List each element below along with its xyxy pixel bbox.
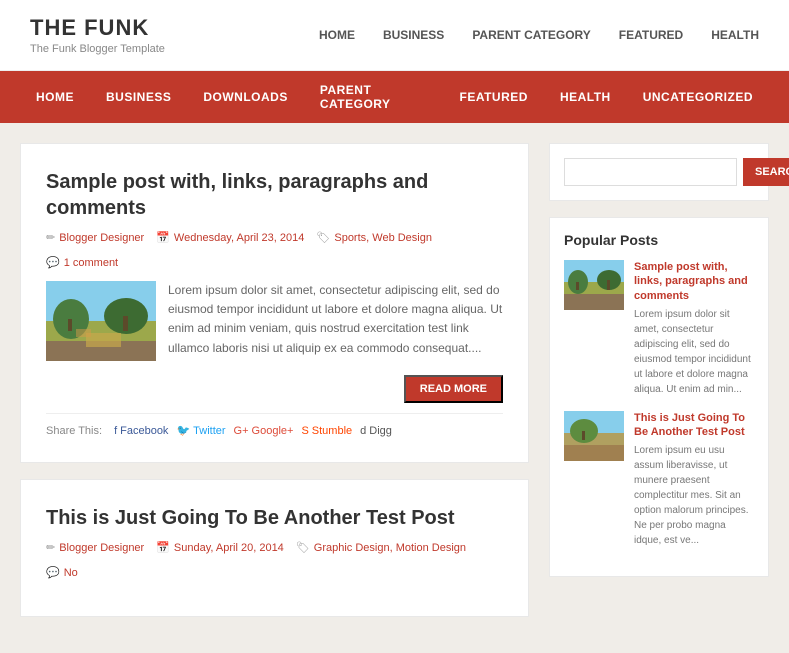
post-1-title[interactable]: Sample post with, links, paragraphs and …: [46, 169, 503, 221]
share-stumble[interactable]: S Stumble: [301, 425, 352, 437]
main-layout: Sample post with, links, paragraphs and …: [0, 123, 789, 653]
tag-icon: 🏷: [316, 231, 330, 244]
popular-post-1-thumbnail: [564, 260, 624, 310]
comment-icon-2: 💬: [46, 566, 60, 579]
post-2-date-meta: 📅 Sunday, April 20, 2014: [156, 541, 284, 554]
popular-post-1-content: Sample post with, links, paragraphs and …: [634, 260, 754, 397]
post-1-date: Wednesday, April 23, 2014: [174, 232, 304, 244]
nav-parent-category[interactable]: PARENT CATEGORY: [304, 71, 444, 123]
search-widget: SEARCH: [549, 143, 769, 201]
primary-nav: HOME BUSINESS DOWNLOADS PARENT CATEGORY …: [0, 71, 789, 123]
post-1-comments[interactable]: 1 comment: [64, 257, 118, 269]
nav-featured[interactable]: FEATURED: [443, 78, 543, 116]
post-1-meta: ✏ Blogger Designer 📅 Wednesday, April 23…: [46, 231, 503, 269]
nav-health[interactable]: HEALTH: [544, 78, 627, 116]
share-twitter[interactable]: 🐦 Twitter: [176, 424, 225, 437]
post-1-author[interactable]: Blogger Designer: [59, 232, 144, 244]
popular-post-1-title[interactable]: Sample post with, links, paragraphs and …: [634, 260, 754, 303]
top-nav-health[interactable]: HEALTH: [711, 28, 759, 42]
popular-posts-title: Popular Posts: [564, 232, 754, 248]
popular-post-2-thumb-svg: [564, 411, 624, 461]
digg-icon: d: [360, 425, 366, 437]
nav-home[interactable]: HOME: [20, 78, 90, 116]
sidebar: SEARCH Popular Posts: [549, 143, 769, 633]
share-label: Share This:: [46, 425, 102, 437]
top-nav-business[interactable]: BUSINESS: [383, 28, 444, 42]
nav-downloads[interactable]: DOWNLOADS: [187, 78, 304, 116]
popular-posts-widget: Popular Posts Sample post with, links, p…: [549, 217, 769, 577]
post-1-read-more[interactable]: Read More: [404, 375, 503, 403]
post-card-2: This is Just Going To Be Another Test Po…: [20, 479, 529, 617]
post-1-excerpt: Lorem ipsum dolor sit amet, consectetur …: [168, 281, 503, 361]
comment-icon: 💬: [46, 256, 60, 269]
popular-post-2-content: This is Just Going To Be Another Test Po…: [634, 411, 754, 549]
post-2-comments[interactable]: No: [64, 567, 78, 579]
post-2-categories[interactable]: Graphic Design, Motion Design: [314, 542, 466, 554]
post-2-meta: ✏ Blogger Designer 📅 Sunday, April 20, 2…: [46, 541, 503, 579]
site-header: THE FUNK The Funk Blogger Template HOME …: [0, 0, 789, 71]
facebook-icon: f: [114, 425, 117, 437]
content-area: Sample post with, links, paragraphs and …: [20, 143, 529, 633]
popular-post-2-thumbnail: [564, 411, 624, 461]
popular-post-2-title[interactable]: This is Just Going To Be Another Test Po…: [634, 411, 754, 440]
share-digg[interactable]: d Digg: [360, 425, 392, 437]
post-1-category-meta: 🏷 Sports, Web Design: [316, 231, 432, 244]
top-nav-featured[interactable]: FEATURED: [619, 28, 683, 42]
top-nav: HOME BUSINESS PARENT CATEGORY FEATURED H…: [319, 28, 759, 42]
nav-business[interactable]: BUSINESS: [90, 78, 187, 116]
googleplus-icon: G+: [234, 425, 249, 437]
post-2-author[interactable]: Blogger Designer: [59, 542, 144, 554]
post-1-comments-meta: 💬 1 comment: [46, 256, 118, 269]
top-nav-parent-category[interactable]: PARENT CATEGORY: [472, 28, 590, 42]
search-input[interactable]: [564, 158, 737, 186]
post-1-body: Lorem ipsum dolor sit amet, consectetur …: [46, 281, 503, 361]
post-2-title[interactable]: This is Just Going To Be Another Test Po…: [46, 505, 503, 531]
calendar-icon: 📅: [156, 231, 170, 244]
popular-post-1: Sample post with, links, paragraphs and …: [564, 260, 754, 397]
author-icon-2: ✏: [46, 541, 55, 554]
post-1-author-meta: ✏ Blogger Designer: [46, 231, 144, 244]
post-2-comments-meta: 💬 No: [46, 566, 78, 579]
post-2-category-meta: 🏷 Graphic Design, Motion Design: [296, 541, 466, 554]
search-button[interactable]: SEARCH: [743, 158, 789, 186]
twitter-icon: 🐦: [176, 424, 190, 437]
post-1-readmore-row: Read More: [46, 375, 503, 403]
site-title: THE FUNK: [30, 15, 165, 41]
popular-post-1-excerpt: Lorem ipsum dolor sit amet, consectetur …: [634, 307, 754, 397]
post-1-thumbnail: [46, 281, 156, 361]
post-1-date-meta: 📅 Wednesday, April 23, 2014: [156, 231, 304, 244]
post-card-1: Sample post with, links, paragraphs and …: [20, 143, 529, 463]
calendar-icon-2: 📅: [156, 541, 170, 554]
nav-uncategorized[interactable]: UNCATEGORIZED: [627, 78, 769, 116]
stumble-icon: S: [301, 425, 308, 437]
popular-post-2-excerpt: Lorem ipsum eu usu assum liberavisse, ut…: [634, 443, 754, 548]
tag-icon-2: 🏷: [296, 541, 310, 554]
site-subtitle: The Funk Blogger Template: [30, 43, 165, 55]
popular-post-2: This is Just Going To Be Another Test Po…: [564, 411, 754, 549]
post-2-date: Sunday, April 20, 2014: [174, 542, 284, 554]
popular-post-1-thumb-svg: [564, 260, 624, 310]
post-1-thumb-svg: [46, 281, 156, 361]
post-2-author-meta: ✏ Blogger Designer: [46, 541, 144, 554]
author-icon: ✏: [46, 231, 55, 244]
post-1-categories[interactable]: Sports, Web Design: [334, 232, 432, 244]
top-nav-home[interactable]: HOME: [319, 28, 355, 42]
share-googleplus[interactable]: G+ Google+: [234, 425, 294, 437]
site-title-block: THE FUNK The Funk Blogger Template: [30, 15, 165, 55]
post-1-share-bar: Share This: f Facebook 🐦 Twitter G+ Goog…: [46, 413, 503, 437]
share-facebook[interactable]: f Facebook: [114, 425, 168, 437]
